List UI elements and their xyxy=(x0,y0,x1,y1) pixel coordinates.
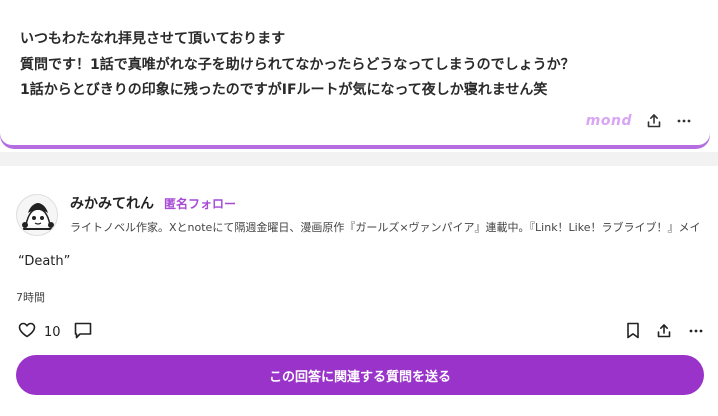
author-bio: ライトノベル作家。Xとnoteにて隔週金曜日、漫画原作『ガールズ×ヴァンパイア』… xyxy=(70,221,702,234)
question-line: 質問です！1話で真唯がれな子を助けられてなかったらどうなってしまうのでしょうか？ xyxy=(20,56,575,73)
like-button[interactable]: 10 xyxy=(18,322,61,342)
timestamp: 7時間 xyxy=(16,291,45,304)
share-icon[interactable] xyxy=(656,323,672,343)
comment-icon[interactable] xyxy=(74,322,92,343)
bookmark-icon[interactable] xyxy=(626,322,640,343)
more-icon[interactable] xyxy=(676,113,692,129)
avatar[interactable] xyxy=(16,194,58,236)
anonymous-follow-link[interactable]: 匿名フォロー xyxy=(164,195,236,212)
question-footer: mond xyxy=(586,113,692,129)
mond-logo: mond xyxy=(585,113,632,129)
more-icon[interactable] xyxy=(688,323,704,343)
author-row: みかみてれん 匿名フォロー xyxy=(70,193,236,213)
heart-icon xyxy=(18,322,36,342)
like-count: 10 xyxy=(44,324,61,340)
ask-related-question-button[interactable]: この回答に関連する質問を送る xyxy=(16,355,704,395)
author-name[interactable]: みかみてれん xyxy=(70,193,154,213)
answer-card: みかみてれん 匿名フォロー ライトノベル作家。Xとnoteにて隔週金曜日、漫画原… xyxy=(0,166,718,416)
answer-text: “Death” xyxy=(18,254,71,269)
question-line: いつもわたなれ拝見させて頂いております xyxy=(20,31,286,47)
question-text: いつもわたなれ拝見させて頂いております 質問です！1話で真唯がれな子を助けられて… xyxy=(20,27,700,104)
question-card: いつもわたなれ拝見させて頂いております 質問です！1話で真唯がれな子を助けられて… xyxy=(0,0,710,149)
answer-secondary-actions xyxy=(626,322,704,343)
answer-actions: 10 xyxy=(18,320,704,342)
share-icon[interactable] xyxy=(646,113,662,129)
section-divider xyxy=(0,152,718,166)
question-card-body: いつもわたなれ拝見させて頂いております 質問です！1話で真唯がれな子を助けられて… xyxy=(0,0,710,145)
question-line: 1話からとびきりの印象に残ったのですがIFルートが気になって夜しか寝れません笑 xyxy=(20,82,548,98)
